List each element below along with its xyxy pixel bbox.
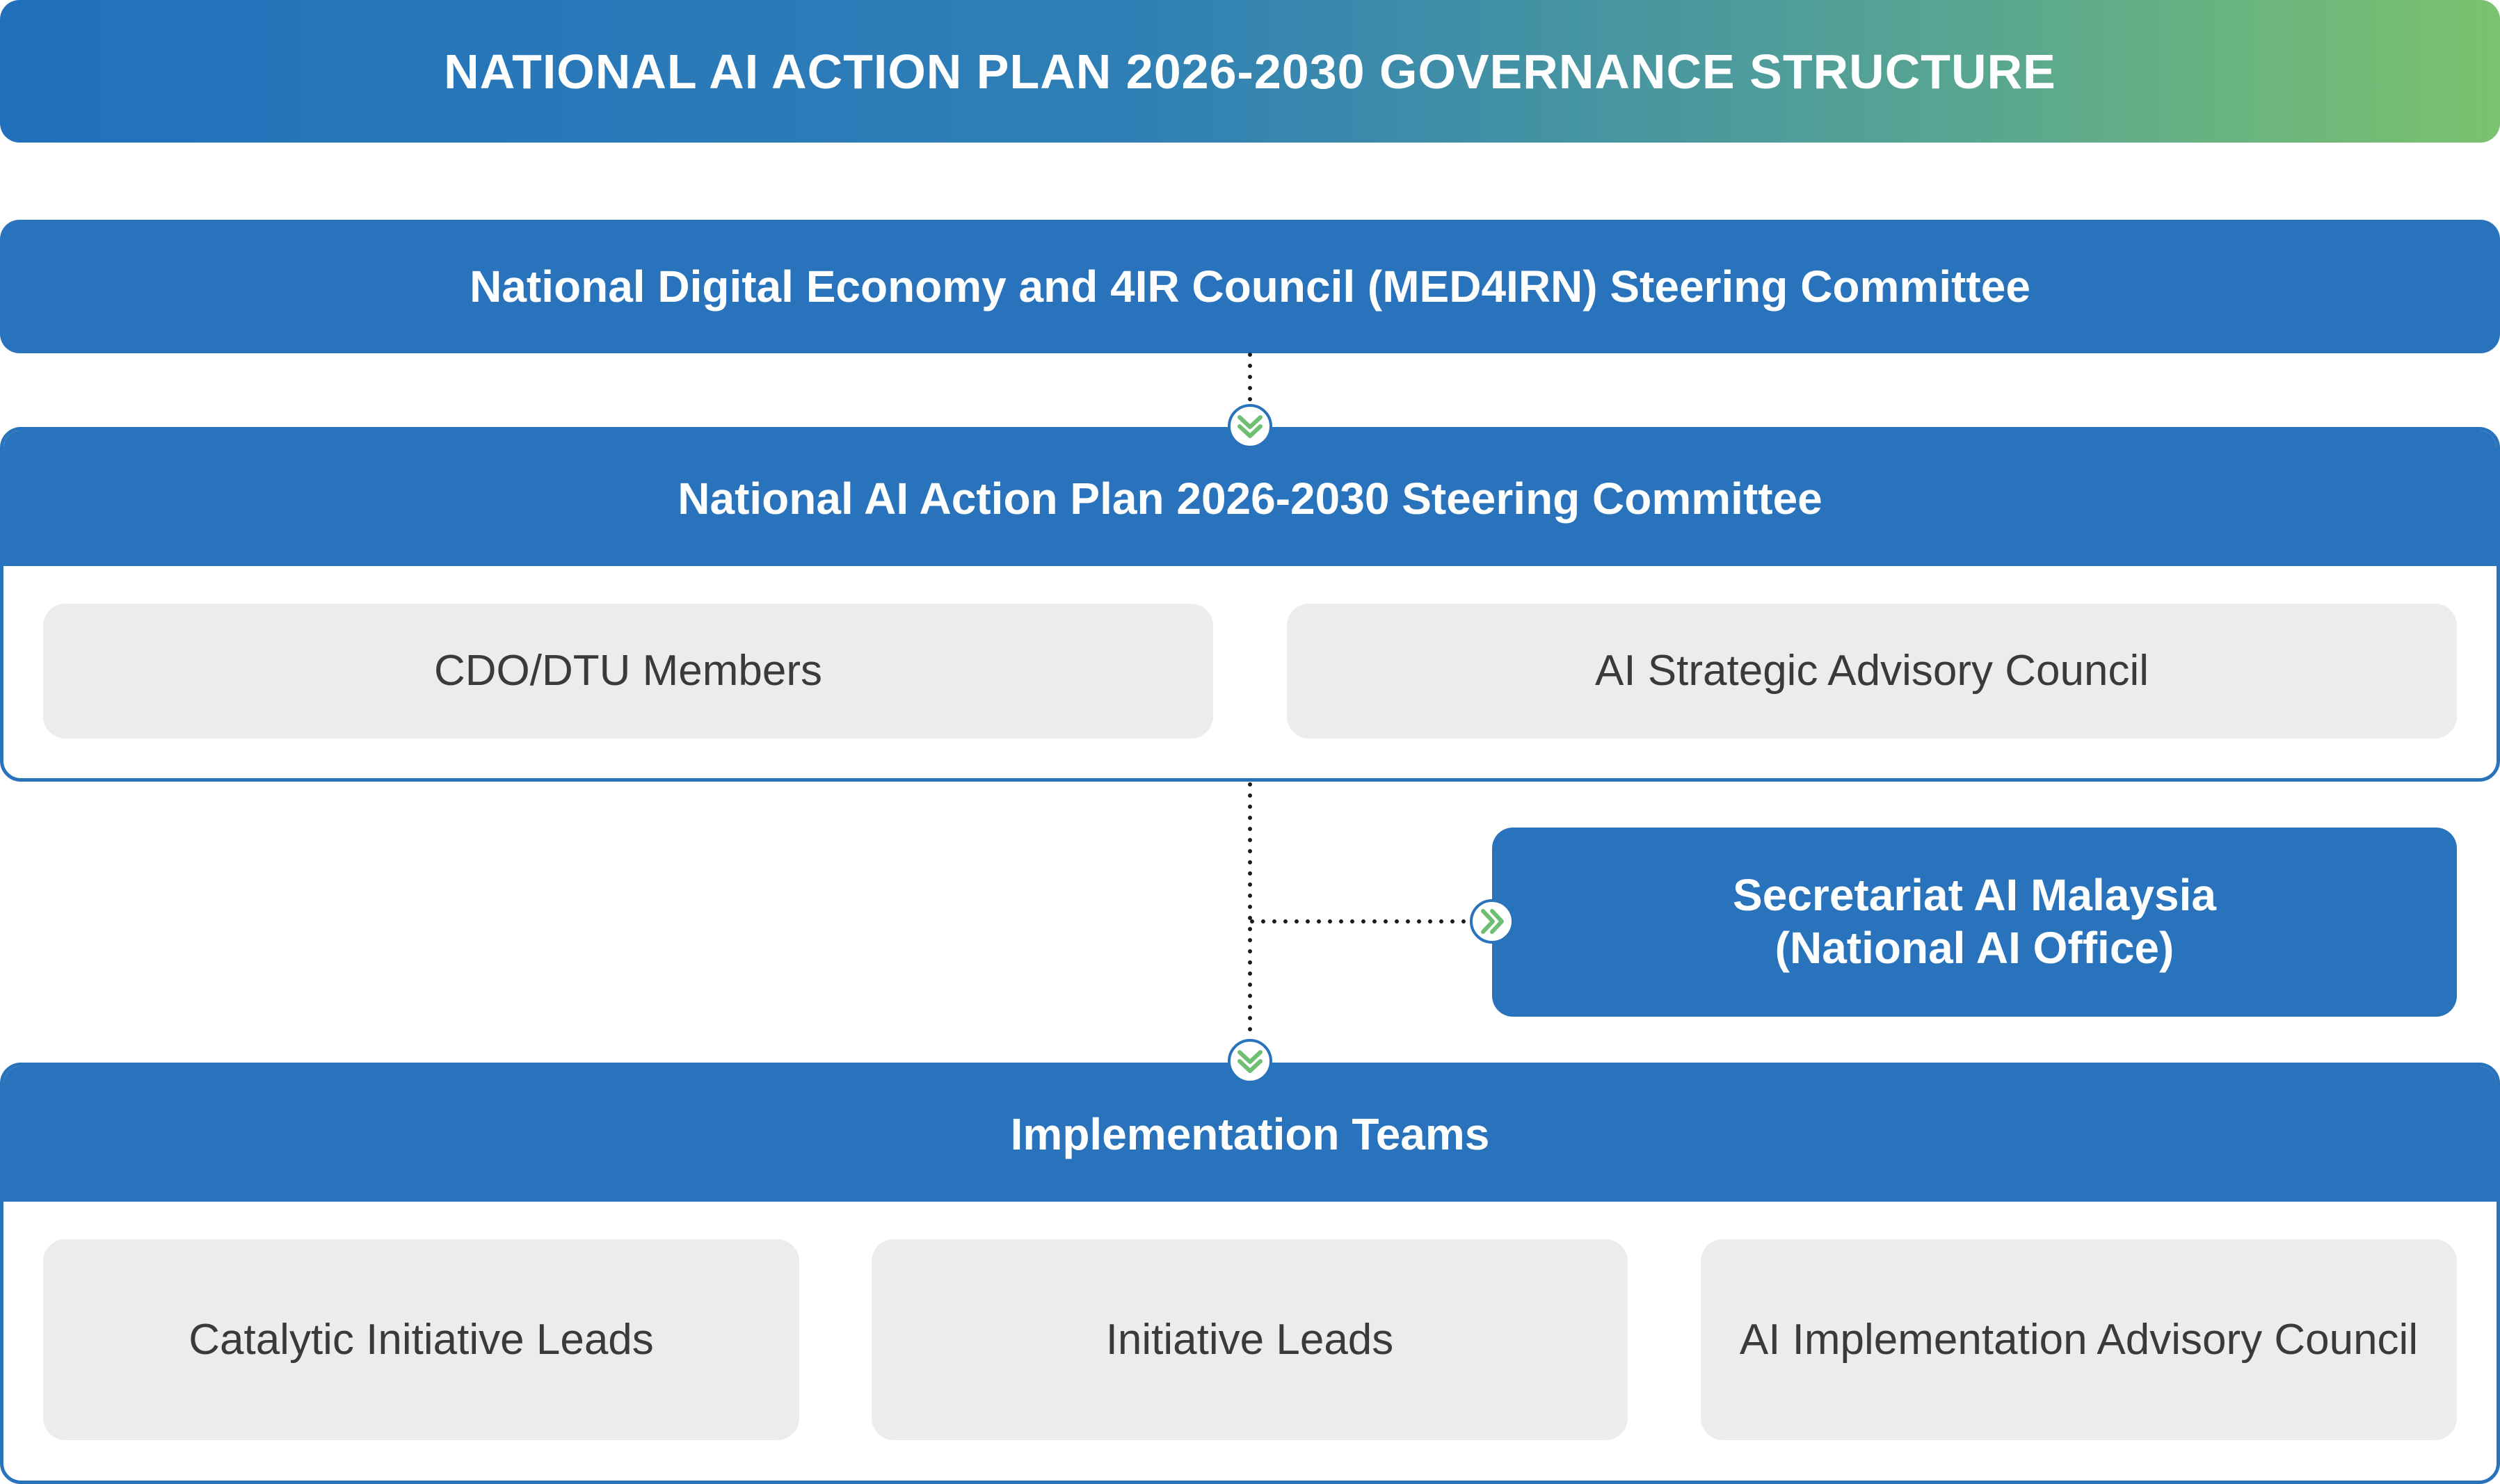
chevron-down-icon xyxy=(1228,404,1272,449)
chevron-down-icon xyxy=(1228,1039,1272,1083)
chevron-right-icon xyxy=(1470,899,1514,944)
connector-layer xyxy=(1228,353,1514,1083)
